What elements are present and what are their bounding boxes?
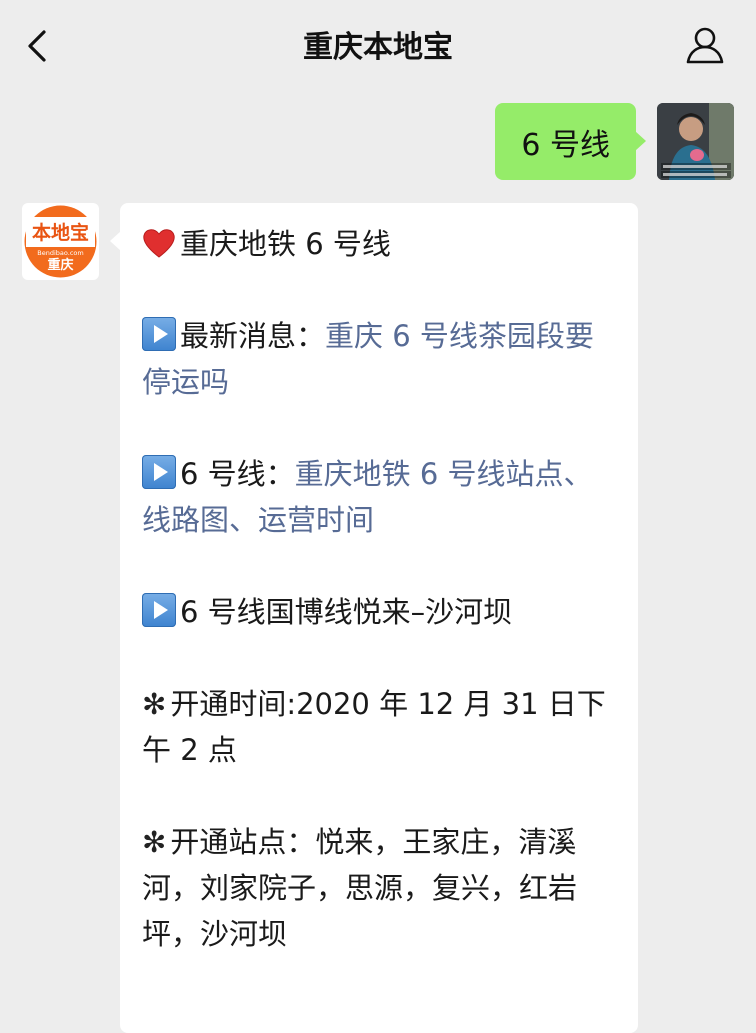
incoming-message-bubble[interactable]: 重庆地铁 6 号线 最新消息：重庆 6 号线茶园段要停运吗 6 号线：重庆地铁 … — [110, 203, 638, 1033]
logo-bottom-text: 重庆 — [47, 257, 73, 273]
logo-top-text: 本地宝 — [32, 221, 89, 244]
latest-news-label: 最新消息： — [180, 319, 326, 353]
open-time-text: 开通时间:2020 年 12 月 31 日下午 2 点 — [142, 687, 606, 767]
bendibao-avatar[interactable]: 本地宝 Bendibao.com 重庆 — [22, 203, 99, 280]
latest-news-line: 最新消息：重庆 6 号线茶园段要停运吗 — [142, 313, 618, 405]
play-icon — [142, 317, 176, 351]
snowflake-icon: ✻ — [142, 825, 167, 859]
heart-icon — [143, 229, 175, 258]
route-text: 6 号线国博线悦来–沙河坝 — [180, 595, 513, 629]
top-bar: 重庆本地宝 — [0, 0, 756, 90]
line-info-line: 6 号线：重庆地铁 6 号线站点、线路图、运营时间 — [142, 451, 618, 543]
play-icon — [142, 593, 176, 627]
open-stations-text: 开通站点：悦来，王家庄，清溪河，刘家院子，思源，复兴，红岩坪，沙河坝 — [142, 825, 578, 951]
logo-mid-text: Bendibao.com — [37, 249, 83, 257]
profile-button[interactable] — [684, 24, 726, 66]
outgoing-message-bubble[interactable]: 6 号线 — [495, 103, 646, 180]
line-info-label: 6 号线： — [180, 457, 295, 491]
user-photo-image — [657, 103, 734, 180]
open-stations-line: ✻ 开通站点：悦来，王家庄，清溪河，刘家院子，思源，复兴，红岩坪，沙河坝 — [142, 819, 618, 957]
bendibao-logo-icon: 本地宝 Bendibao.com 重庆 — [24, 205, 97, 278]
person-icon — [686, 27, 724, 64]
chat-title: 重庆本地宝 — [303, 30, 453, 65]
open-time-line: ✻ 开通时间:2020 年 12 月 31 日下午 2 点 — [142, 681, 618, 773]
message-title-line: 重庆地铁 6 号线 — [142, 221, 618, 267]
outgoing-message-text: 6 号线 — [521, 127, 610, 163]
snowflake-icon: ✻ — [142, 687, 167, 721]
user-avatar[interactable] — [657, 103, 734, 180]
route-line: 6 号线国博线悦来–沙河坝 — [142, 589, 618, 635]
play-icon — [142, 455, 176, 489]
message-title: 重庆地铁 6 号线 — [180, 227, 391, 261]
